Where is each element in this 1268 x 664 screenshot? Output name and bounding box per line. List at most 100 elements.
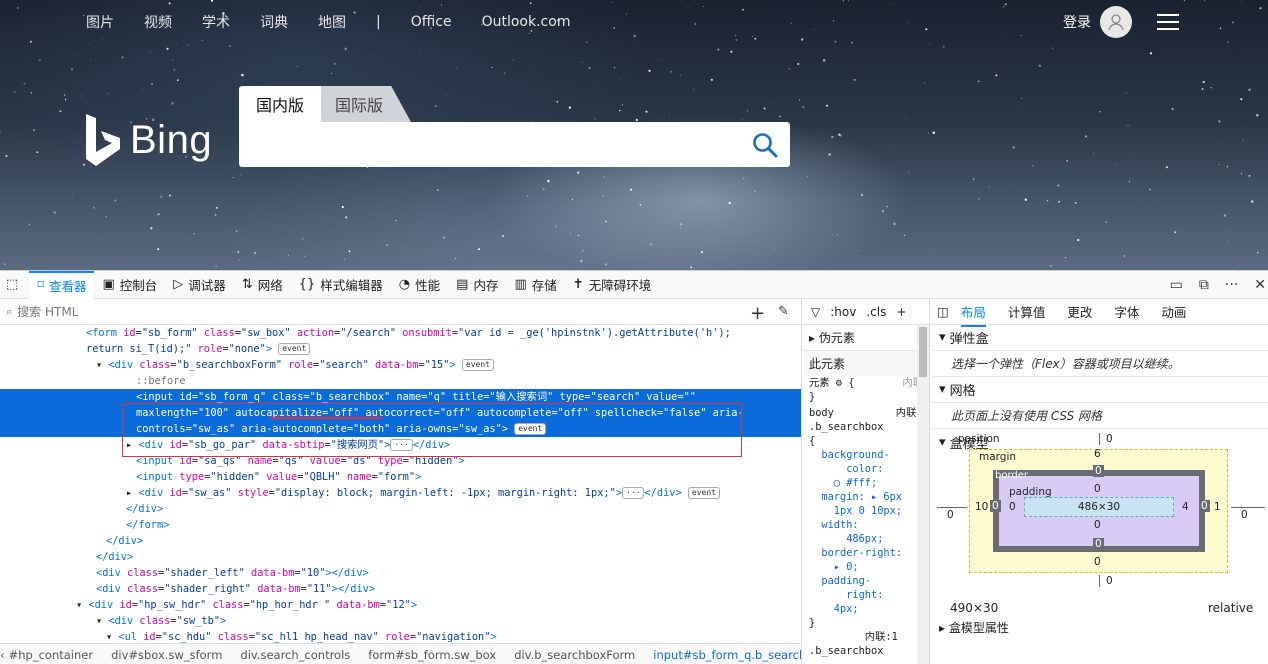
box-model-properties-toggle[interactable]: ▸ 盒模型属性 [939,619,1009,636]
tab-fonts[interactable]: 字体 [1114,302,1139,321]
nav-link-2[interactable]: 学术 [202,12,230,32]
markup-line[interactable]: </div> [0,533,801,549]
add-rule-button[interactable]: + [896,305,906,319]
markup-line[interactable]: ▸ <div id="sw_as" style="display: block;… [0,485,801,501]
breadcrumb-scroll-left-icon[interactable]: ‹ [0,648,5,662]
markup-line[interactable]: <form id="sb_form" class="sw_box" action… [0,325,801,341]
border-left-value[interactable]: 0 [990,500,1001,512]
nav-link-0[interactable]: 图片 [86,12,114,32]
search-icon[interactable] [752,132,778,158]
breadcrumb-item[interactable]: div.search_controls [240,648,350,662]
css-rule-line[interactable]: ◯ #fff; [809,476,923,490]
tab-storage[interactable]: ▥ 存储 [506,271,564,299]
pseudo-elements-toggle[interactable]: ▸ 伪元素 [803,325,929,350]
tab-style-editor[interactable]: {} 样式编辑器 [291,271,391,299]
hamburger-menu-icon[interactable] [1157,14,1179,32]
padding-right-value[interactable]: 4 [1182,501,1189,513]
border-right-value[interactable]: 0 [1199,500,1210,512]
hov-toggle[interactable]: :hov [830,305,856,319]
markup-line[interactable]: <div class="shader_left" data-bm="10"></… [0,565,801,581]
tab-performance[interactable]: ◔ 性能 [391,271,448,299]
filter-icon[interactable]: ▽ [811,305,820,319]
margin-left-value[interactable]: 10 [975,501,988,513]
css-rule-line[interactable]: color: [809,462,923,476]
tab-inspector[interactable]: ⌑ 查看器 [29,270,95,299]
margin-bottom-value[interactable]: 0 [1094,556,1101,568]
padding-top-value[interactable]: 0 [1094,483,1101,495]
outer-bottom-value[interactable]: 0 [1099,575,1113,587]
tab-computed[interactable]: 计算值 [1008,302,1046,321]
grid-section-header[interactable]: ▾ 网格 [931,377,1268,403]
sidebar-toggle-icon[interactable]: ◫ [937,304,949,319]
css-rule-line[interactable]: width: [809,518,923,532]
css-rule-line[interactable]: margin: ▸ 6px [809,490,923,504]
tab-accessibility[interactable]: ✝ 无障碍环境 [565,271,659,299]
user-avatar-icon[interactable] [1100,6,1132,38]
tab-memory[interactable]: ▤ 内存 [448,271,506,299]
outer-right-value[interactable]: 0 [1241,509,1248,521]
tab-animations[interactable]: 动画 [1161,302,1186,321]
content-size[interactable]: 486×30 [1078,501,1120,513]
breadcrumb-item[interactable]: form#sb_form.sw_box [368,648,496,662]
css-rule-line[interactable]: { [809,434,923,448]
css-rule-line[interactable]: 内联:1 [809,630,923,644]
padding-bottom-value[interactable]: 0 [1094,519,1101,531]
padding-left-value[interactable]: 0 [1009,501,1016,513]
markup-line[interactable]: return si_T(id);" role="none"> event [0,341,801,357]
breadcrumb-item[interactable]: input#sb_form_q.b_searchbox [653,648,801,662]
nav-link-6[interactable]: Office [411,14,452,30]
nav-link-3[interactable]: 词典 [260,12,288,32]
cls-toggle[interactable]: .cls [866,305,886,319]
css-rule-line[interactable]: right: [809,588,923,602]
markup-line[interactable]: ▾ <div id="hp_sw_hdr" class="hp_hor_hdr … [0,597,801,613]
dock-side-icon[interactable]: ⧉ [1199,277,1209,293]
html-search-input[interactable]: 搜索 HTML [17,303,78,320]
markup-line[interactable]: </div> [0,549,801,565]
css-rule-line[interactable]: background- [809,448,923,462]
markup-line[interactable]: </form> [0,517,801,533]
css-rule-line[interactable]: body 内联:1 [809,406,929,420]
element-picker-button[interactable]: ⬚ [0,271,29,299]
css-rule-line[interactable]: 486px; [809,532,923,546]
css-rule-line[interactable]: 1px 0 10px; [809,504,923,518]
markup-line[interactable]: ▾ <div class="b_searchboxForm" role="sea… [0,357,801,373]
tab-debugger[interactable]: ▷ 调试器 [165,271,234,299]
markup-line[interactable]: ▾ <div class="sw_tb"> [0,613,801,629]
css-rule-line[interactable]: .b_searchbox [809,420,923,434]
search-input[interactable] [239,122,790,167]
nav-link-7[interactable]: Outlook.com [482,14,571,30]
add-node-icon[interactable]: + [750,303,765,324]
border-top-value[interactable]: 0 [1093,465,1104,477]
css-rule-line[interactable]: padding- [809,574,923,588]
nav-link-4[interactable]: 地图 [318,12,346,32]
tab-changes[interactable]: 更改 [1067,302,1092,321]
markup-line[interactable]: ::before [0,373,801,389]
tab-layout[interactable]: 布局 [960,296,986,327]
css-rule-line[interactable]: } [809,616,923,630]
border-bottom-value[interactable]: 0 [1093,538,1104,550]
nav-link-1[interactable]: 视频 [144,12,172,32]
markup-line[interactable]: <div class="shader_right" data-bm="11"><… [0,581,801,597]
margin-top-value[interactable]: 6 [1094,448,1101,460]
css-rule-line[interactable]: .b_searchbox [809,644,923,658]
breadcrumb-item[interactable]: div.b_searchboxForm [514,648,635,662]
more-options-icon[interactable]: ··· [1225,277,1238,293]
css-rule-line[interactable]: border-right: [809,546,923,560]
margin-right-value[interactable]: 1 [1214,501,1221,513]
flexbox-section-header[interactable]: ▾ 弹性盒 [931,325,1268,351]
eyedropper-icon[interactable]: ✎ [778,304,789,319]
close-icon[interactable]: ✕ [1254,277,1266,293]
markup-line[interactable]: <input type="hidden" value="QBLH" name="… [0,469,801,485]
breadcrumb-item[interactable]: div#sbox.sw_sform [111,648,222,662]
outer-left-value[interactable]: 0 [947,509,954,521]
markup-line[interactable]: </div> [0,501,801,517]
breadcrumb-item[interactable]: #hp_container [9,648,93,662]
rules-scrollbar[interactable] [917,325,929,664]
responsive-design-icon[interactable]: ▭ [1170,277,1183,293]
bing-logo[interactable]: Bing [84,114,212,166]
css-rule-line[interactable]: 4px; [809,602,923,616]
markup-line[interactable]: ▾ <ul id="sc_hdu" class="sc_hl1 hp_head_… [0,629,801,643]
tab-network[interactable]: ⇅ 网络 [234,271,291,299]
login-link[interactable]: 登录 [1063,12,1091,32]
css-rule-line[interactable]: ▸ 0; [809,560,923,574]
